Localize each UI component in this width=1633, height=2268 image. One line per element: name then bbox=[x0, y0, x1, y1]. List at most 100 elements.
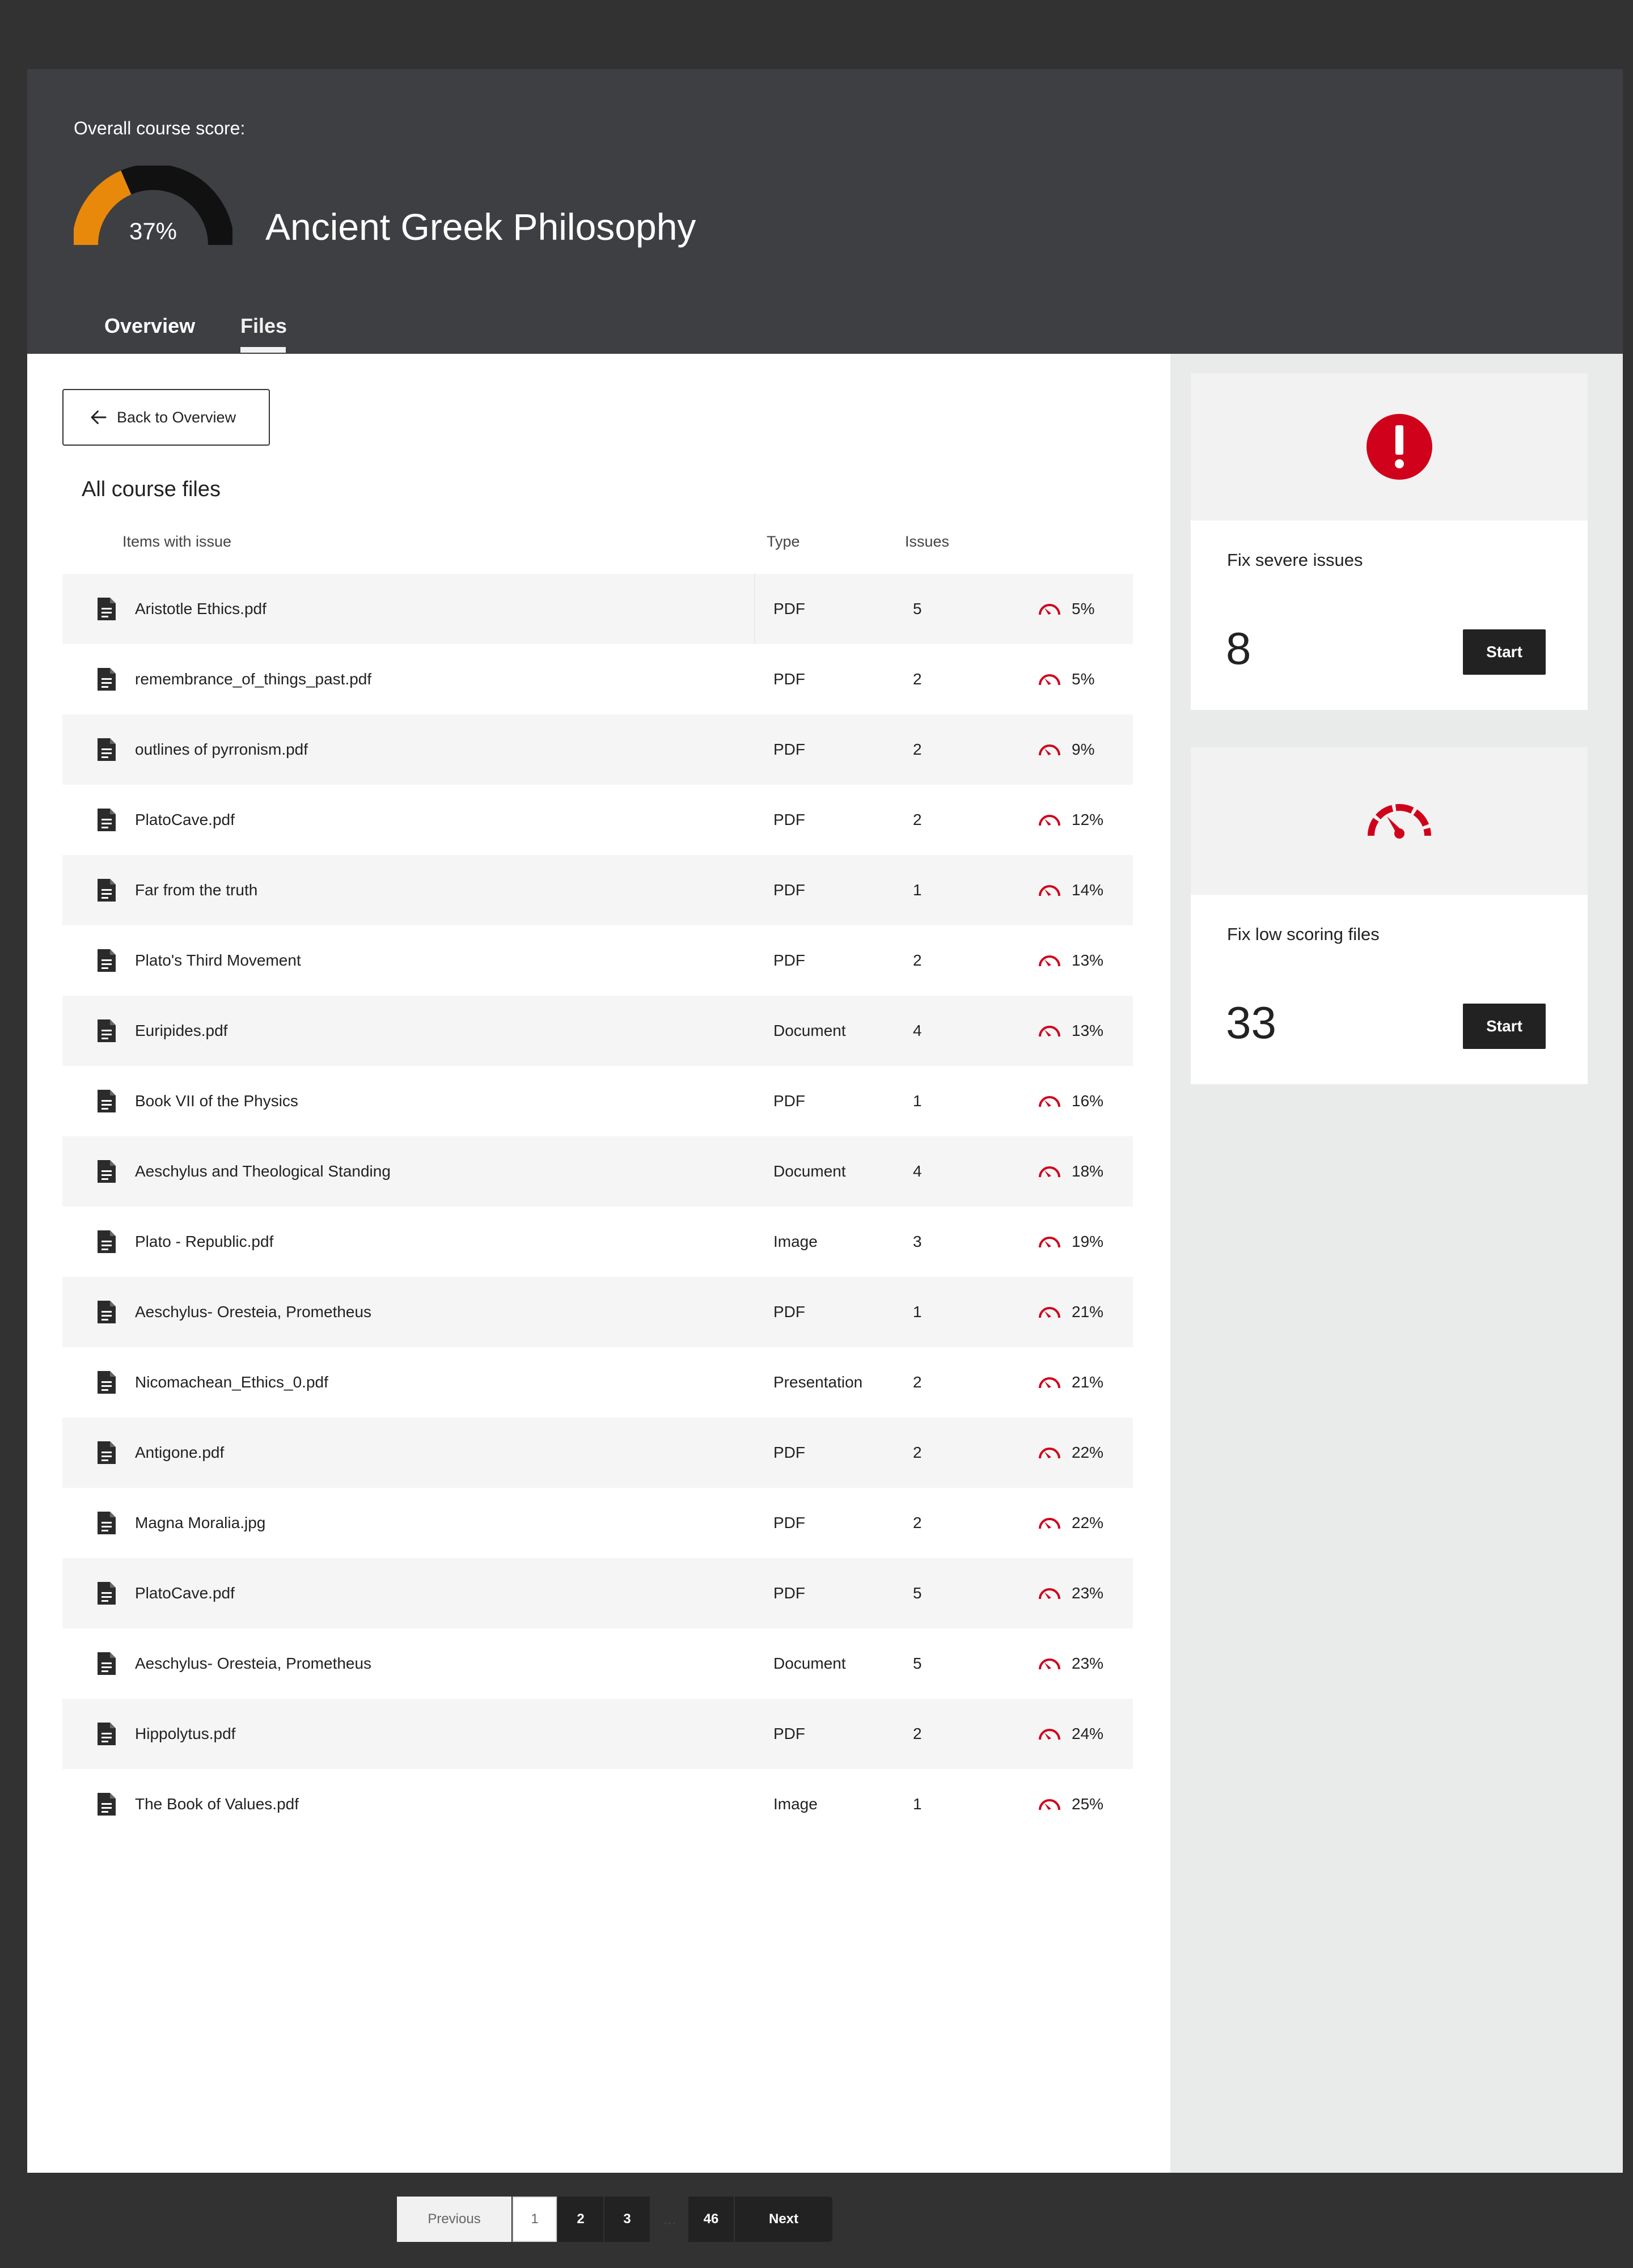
file-type: PDF bbox=[773, 1092, 805, 1110]
table-row[interactable]: Antigone.pdf PDF 2 22% bbox=[62, 1417, 1133, 1488]
section-title: All course files bbox=[82, 477, 221, 501]
file-icon bbox=[98, 738, 116, 761]
file-name[interactable]: Plato's Third Movement bbox=[135, 951, 301, 970]
file-type: PDF bbox=[773, 881, 805, 899]
file-icon bbox=[98, 598, 116, 620]
file-name[interactable]: Far from the truth bbox=[135, 881, 257, 899]
table-row[interactable]: Plato's Third Movement PDF 2 13% bbox=[62, 925, 1133, 996]
speedometer-icon bbox=[1039, 1096, 1060, 1107]
pagination-ellipsis: ... bbox=[663, 2210, 676, 2228]
table-row[interactable]: Aeschylus and Theological Standing Docume… bbox=[62, 1136, 1133, 1207]
file-icon bbox=[98, 1019, 116, 1042]
file-score: 19% bbox=[1072, 1233, 1104, 1250]
table-row[interactable]: Nicomachean_Ethics_0.pdf Presentation 2 21% bbox=[62, 1347, 1133, 1417]
table-row[interactable]: Aristotle Ethics.pdf PDF 5 5% bbox=[62, 574, 1133, 644]
start-severe-button[interactable]: Start bbox=[1463, 629, 1546, 675]
table-row[interactable]: Plato - Republic.pdf Image 3 19% bbox=[62, 1207, 1133, 1277]
table-row[interactable]: remembrance_of_things_past.pdf PDF 2 5% bbox=[62, 644, 1133, 714]
file-type: Document bbox=[773, 1022, 846, 1039]
course-title: Ancient Greek Philosophy bbox=[265, 206, 696, 248]
speedometer-icon bbox=[1039, 1658, 1060, 1670]
table-row[interactable]: Magna Moralia.jpg PDF 2 22% bbox=[62, 1488, 1133, 1558]
quick-fix-sidebar: Fix severe issues 8 Start Fix low scorin… bbox=[1170, 354, 1623, 2173]
column-header-type[interactable]: Type bbox=[767, 533, 800, 551]
table-row[interactable]: Book VII of the Physics PDF 1 16% bbox=[62, 1066, 1133, 1136]
file-score: 21% bbox=[1072, 1303, 1104, 1321]
file-icon bbox=[98, 1512, 116, 1534]
file-name[interactable]: Aeschylus- Oresteia, Prometheus bbox=[135, 1655, 371, 1673]
file-name[interactable]: remembrance_of_things_past.pdf bbox=[135, 670, 371, 688]
file-name[interactable]: Book VII of the Physics bbox=[135, 1092, 298, 1110]
page-46-button[interactable]: 46 bbox=[688, 2197, 734, 2242]
back-to-overview-button[interactable]: Back to Overview bbox=[62, 389, 270, 446]
file-name[interactable]: Aeschylus and Theological Standing bbox=[135, 1162, 391, 1180]
severe-issues-card-header bbox=[1191, 373, 1588, 521]
severe-issues-label: Fix severe issues bbox=[1227, 550, 1363, 570]
file-score: 24% bbox=[1072, 1725, 1104, 1742]
file-name[interactable]: outlines of pyrronism.pdf bbox=[135, 741, 308, 759]
file-icon bbox=[98, 668, 116, 691]
previous-page-button[interactable]: Previous bbox=[397, 2197, 511, 2242]
low-scoring-card-header bbox=[1191, 747, 1588, 895]
page-3-button[interactable]: 3 bbox=[604, 2197, 650, 2242]
speedometer-icon bbox=[1039, 1307, 1060, 1318]
file-score: 14% bbox=[1072, 881, 1104, 899]
start-low-scoring-button[interactable]: Start bbox=[1463, 1004, 1546, 1049]
table-row[interactable]: Aeschylus- Oresteia, Prometheus Document 5… bbox=[62, 1628, 1133, 1699]
column-header-issues[interactable]: Issues bbox=[905, 533, 949, 551]
tab-files[interactable]: Files bbox=[240, 314, 287, 338]
table-row[interactable]: Far from the truth PDF 1 14% bbox=[62, 855, 1133, 925]
file-type: PDF bbox=[773, 1444, 805, 1461]
course-header: Overall course score: 37% Ancient Greek … bbox=[27, 69, 1623, 354]
file-type: PDF bbox=[773, 1725, 805, 1742]
issue-count: 5 bbox=[913, 1655, 922, 1672]
file-name[interactable]: Hippolytus.pdf bbox=[135, 1725, 235, 1743]
speedometer-icon bbox=[1039, 955, 1060, 967]
issue-count: 2 bbox=[913, 670, 922, 688]
file-icon bbox=[98, 1090, 116, 1112]
low-scoring-count: 33 bbox=[1226, 997, 1276, 1048]
file-icon bbox=[98, 809, 116, 831]
file-name[interactable]: Euripides.pdf bbox=[135, 1022, 227, 1040]
file-name[interactable]: Antigone.pdf bbox=[135, 1444, 224, 1462]
issue-count: 1 bbox=[913, 1092, 922, 1110]
file-name[interactable]: The Book of Values.pdf bbox=[135, 1795, 299, 1813]
issue-count: 5 bbox=[913, 1584, 922, 1602]
file-score: 5% bbox=[1072, 670, 1095, 688]
issue-count: 2 bbox=[913, 1373, 922, 1391]
file-name[interactable]: PlatoCave.pdf bbox=[135, 811, 235, 829]
back-label: Back to Overview bbox=[117, 408, 236, 426]
table-row[interactable]: PlatoCave.pdf PDF 5 23% bbox=[62, 1558, 1133, 1628]
table-row[interactable]: The Book of Values.pdf Image 1 25% bbox=[62, 1769, 1133, 1839]
table-row[interactable]: Hippolytus.pdf PDF 2 24% bbox=[62, 1699, 1133, 1769]
file-name[interactable]: Aristotle Ethics.pdf bbox=[135, 600, 266, 618]
column-divider bbox=[754, 574, 755, 644]
file-table: Aristotle Ethics.pdf PDF 5 5% remembrance_of… bbox=[62, 574, 1133, 1839]
file-type: Presentation bbox=[773, 1373, 863, 1391]
page-2-button[interactable]: 2 bbox=[558, 2197, 603, 2242]
file-score: 22% bbox=[1072, 1514, 1104, 1531]
tab-overview[interactable]: Overview bbox=[104, 314, 195, 338]
speedometer-icon bbox=[1039, 885, 1060, 896]
page-1-button[interactable]: 1 bbox=[513, 2197, 557, 2242]
file-score: 21% bbox=[1072, 1373, 1104, 1391]
speedometer-icon bbox=[1039, 1448, 1060, 1459]
table-row[interactable]: PlatoCave.pdf PDF 2 12% bbox=[62, 785, 1133, 855]
issue-count: 2 bbox=[913, 1444, 922, 1461]
file-name[interactable]: PlatoCave.pdf bbox=[135, 1584, 235, 1602]
issue-count: 2 bbox=[913, 741, 922, 758]
issue-count: 1 bbox=[913, 881, 922, 899]
table-row[interactable]: outlines of pyrronism.pdf PDF 2 9% bbox=[62, 714, 1133, 785]
next-page-button[interactable]: Next bbox=[735, 2197, 832, 2242]
table-row[interactable]: Euripides.pdf Document 4 13% bbox=[62, 996, 1133, 1066]
file-type: Image bbox=[773, 1233, 818, 1250]
file-name[interactable]: Plato - Republic.pdf bbox=[135, 1233, 273, 1251]
issue-count: 5 bbox=[913, 600, 922, 617]
app-frame: Overall course score: 37% Ancient Greek … bbox=[27, 69, 1623, 2242]
file-name[interactable]: Nicomachean_Ethics_0.pdf bbox=[135, 1373, 328, 1391]
file-icon bbox=[98, 1230, 116, 1253]
speedometer-icon bbox=[1039, 1518, 1060, 1529]
table-row[interactable]: Aeschylus- Oresteia, Prometheus PDF 1 21% bbox=[62, 1277, 1133, 1347]
file-name[interactable]: Magna Moralia.jpg bbox=[135, 1514, 265, 1532]
file-name[interactable]: Aeschylus- Oresteia, Prometheus bbox=[135, 1303, 371, 1321]
